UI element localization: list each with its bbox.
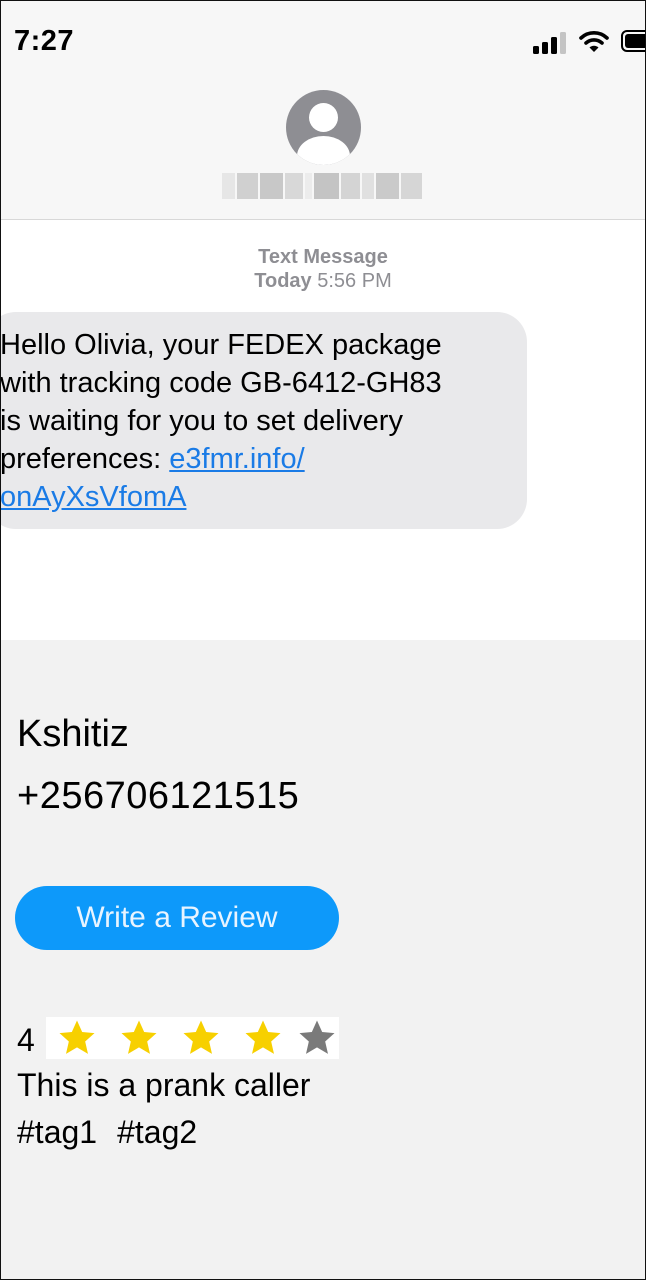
timestamp-day: Today bbox=[254, 270, 312, 292]
wifi-icon bbox=[579, 31, 609, 52]
battery-icon bbox=[621, 30, 646, 52]
caller-name: Kshitiz bbox=[17, 713, 129, 755]
contact-name-redacted[interactable] bbox=[222, 173, 422, 199]
message-line: preferences: e3fmr.info/ bbox=[0, 440, 505, 478]
rating-value: 4 bbox=[17, 1022, 35, 1058]
status-time: 7:27 bbox=[14, 25, 75, 57]
caller-number: +256706121515 bbox=[17, 775, 300, 817]
star-filled-icon bbox=[170, 1017, 232, 1059]
star-rating bbox=[46, 1017, 339, 1059]
review-tag[interactable]: #tag1 bbox=[17, 1114, 97, 1151]
message-line: onAyXsVfomA bbox=[0, 478, 505, 516]
message-line: Hello Olivia, your FEDEX package bbox=[0, 329, 442, 361]
message-line-text: preferences: bbox=[0, 443, 170, 475]
message-link-continued[interactable]: onAyXsVfomA bbox=[0, 481, 186, 513]
cellular-signal-icon bbox=[533, 30, 569, 54]
review-tags: #tag1 #tag2 bbox=[17, 1114, 197, 1151]
star-filled-icon bbox=[108, 1017, 170, 1059]
star-empty-icon bbox=[294, 1017, 339, 1059]
review-text: This is a prank caller bbox=[17, 1067, 311, 1103]
message-bubble[interactable]: Hello Olivia, your FEDEX package with tr… bbox=[0, 312, 527, 529]
timestamp-time: 5:56 PM bbox=[317, 270, 392, 292]
contact-avatar[interactable] bbox=[286, 90, 361, 165]
star-filled-icon bbox=[232, 1017, 294, 1059]
message-line: with tracking code GB-6412-GH83 bbox=[0, 367, 442, 399]
star-filled-icon bbox=[46, 1017, 108, 1059]
message-type-label: Text Message bbox=[258, 246, 388, 268]
message-line: is waiting for you to set delivery bbox=[0, 405, 403, 437]
message-link[interactable]: e3fmr.info/ bbox=[169, 443, 304, 475]
review-tag[interactable]: #tag2 bbox=[117, 1114, 197, 1151]
conversation-header: 7:27 bbox=[0, 0, 646, 219]
header-divider bbox=[0, 219, 646, 220]
message-timestamp: Today 5:56 PM bbox=[0, 270, 646, 293]
write-review-button[interactable]: Write a Review bbox=[15, 886, 339, 950]
